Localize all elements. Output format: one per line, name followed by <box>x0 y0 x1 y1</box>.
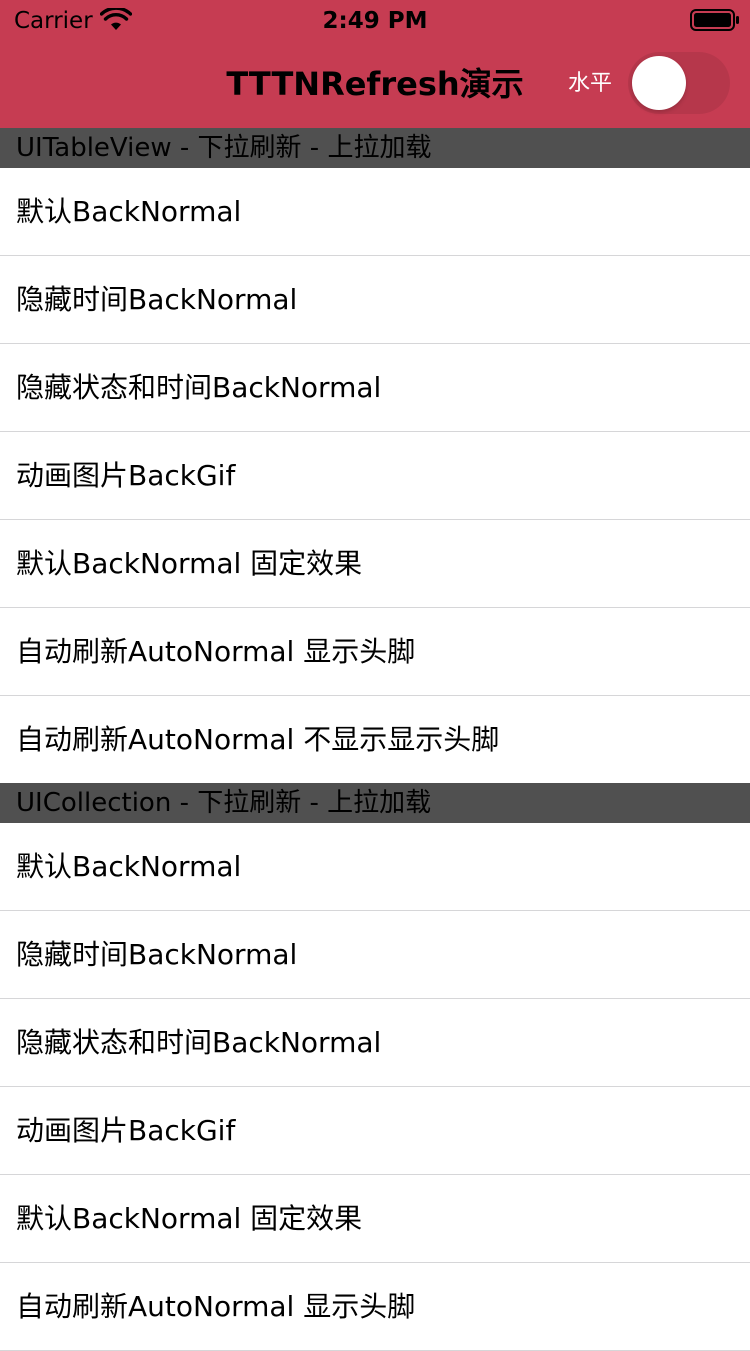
section-header-collection: UICollection - 下拉刷新 - 上拉加载 <box>0 783 750 823</box>
list-item[interactable]: 动画图片BackGif <box>0 432 750 520</box>
status-time: 2:49 PM <box>322 8 428 34</box>
page-title: TTTNRefresh演示 <box>226 65 524 103</box>
horizontal-toggle[interactable] <box>628 52 730 114</box>
list-item[interactable]: 默认BackNormal <box>0 168 750 256</box>
list-item[interactable]: 默认BackNormal <box>0 823 750 911</box>
section-header-tableview: UITableView - 下拉刷新 - 上拉加载 <box>0 128 750 168</box>
list-item[interactable]: 自动刷新AutoNormal 显示头脚 <box>0 1263 750 1351</box>
list-item[interactable]: 隐藏状态和时间BackNormal <box>0 344 750 432</box>
menu-list: UITableView - 下拉刷新 - 上拉加载 默认BackNormal 隐… <box>0 128 750 1351</box>
list-item[interactable]: 隐藏时间BackNormal <box>0 256 750 344</box>
list-item[interactable]: 自动刷新AutoNormal 不显示显示头脚 <box>0 696 750 783</box>
list-item[interactable]: 自动刷新AutoNormal 显示头脚 <box>0 608 750 696</box>
list-item[interactable]: 默认BackNormal 固定效果 <box>0 520 750 608</box>
horizontal-switch-label: 水平 <box>568 71 613 96</box>
list-item[interactable]: 动画图片BackGif <box>0 1087 750 1175</box>
list-item[interactable]: 隐藏时间BackNormal <box>0 911 750 999</box>
list-item[interactable]: 隐藏状态和时间BackNormal <box>0 999 750 1087</box>
battery-icon <box>690 9 739 31</box>
status-bar: Carrier 2:49 PM <box>0 0 750 40</box>
top-bar: Carrier 2:49 PM TTTNRefresh演示 水平 <box>0 0 750 128</box>
navigation-bar: TTTNRefresh演示 水平 <box>0 40 750 128</box>
list-item[interactable]: 默认BackNormal 固定效果 <box>0 1175 750 1263</box>
toggle-knob <box>632 56 686 110</box>
